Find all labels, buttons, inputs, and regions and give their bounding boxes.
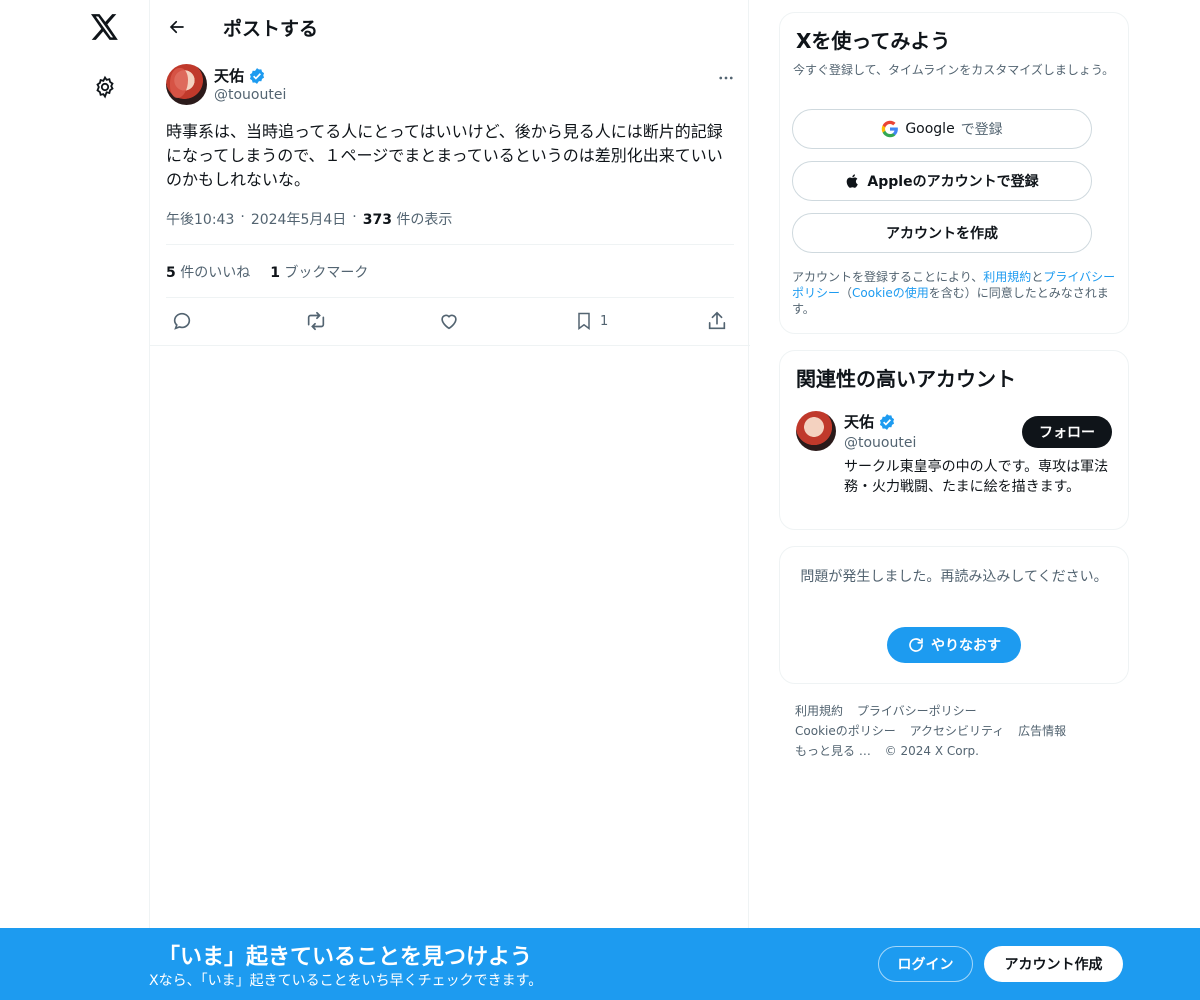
footer-cookie-link[interactable]: Cookieのポリシー <box>795 724 896 738</box>
apple-signup-button[interactable]: Appleのアカウントで登録 <box>792 161 1092 201</box>
related-title: 関連性の高いアカウント <box>796 367 1016 391</box>
legal-and: と <box>1031 270 1044 284</box>
bookmarks-stat[interactable]: 1 ブックマーク <box>270 262 368 282</box>
bookmark-count: 1 <box>600 313 609 329</box>
author-name-row: 天佑 <box>214 65 266 86</box>
verified-badge-icon <box>879 413 895 430</box>
view-count-label: 件の表示 <box>396 212 453 228</box>
post-author: 天佑 @tououtei <box>166 64 736 108</box>
signup-legal-text: アカウントを登録することにより、利用規約とプライバシーポリシー（Cookieの使… <box>792 269 1120 317</box>
post-bottom-border <box>150 345 750 346</box>
bookmarks-count: 1 <box>270 265 280 281</box>
author-handle[interactable]: @tououtei <box>214 87 286 103</box>
repost-icon[interactable] <box>304 308 328 334</box>
error-card: 問題が発生しました。再読み込みしてください。 やりなおす <box>779 546 1129 684</box>
follow-button[interactable]: フォロー <box>1022 416 1112 448</box>
post-stats: 5 件のいいね 1 ブックマーク <box>166 262 368 282</box>
meta-separator: · <box>352 209 357 225</box>
page-header: ポストする <box>150 0 750 55</box>
likes-stat[interactable]: 5 件のいいね <box>166 262 250 282</box>
bookmark-button[interactable]: 1 <box>574 308 608 334</box>
banner-subtitle: Xなら、「いま」起きていることをいち早くチェックできます。 <box>149 973 543 989</box>
gear-icon[interactable] <box>92 74 118 100</box>
google-signup-suffix: で登録 <box>960 122 1003 138</box>
verified-badge-icon <box>249 67 265 84</box>
terms-link[interactable]: 利用規約 <box>983 270 1031 284</box>
main-column: ポストする 天佑 @tououtei 時事系は、当時追ってる人にとってはいいけど… <box>149 0 750 1000</box>
legal-pre: アカウントを登録することにより、 <box>792 270 984 284</box>
bookmarks-label: ブックマーク <box>284 265 369 281</box>
post-date[interactable]: 2024年5月4日 <box>251 209 346 229</box>
likes-count: 5 <box>166 265 176 281</box>
x-logo-icon[interactable] <box>89 11 121 43</box>
error-message: 問題が発生しました。再読み込みしてください。 <box>800 569 1108 585</box>
left-nav <box>0 0 150 1000</box>
login-banner: 「いま」起きていることを見つけよう Xなら、「いま」起きていることをいち早くチェ… <box>0 928 1200 1000</box>
reply-icon[interactable] <box>171 308 193 334</box>
cookie-link[interactable]: Cookieの使用 <box>852 286 929 300</box>
signup-button[interactable]: アカウント作成 <box>984 946 1123 982</box>
footer-links: 利用規約 プライバシーポリシー Cookieのポリシー アクセシビリティ 広告情… <box>795 701 1115 761</box>
arrow-left-icon[interactable] <box>164 14 190 40</box>
create-account-label: アカウントを作成 <box>886 226 998 242</box>
footer-ads-link[interactable]: 広告情報 <box>1018 724 1066 738</box>
post-time[interactable]: 午後10:43 <box>166 209 234 229</box>
post-meta: 午後10:43 · 2024年5月4日 · 373 件の表示 <box>166 209 452 229</box>
signup-card: Xを使ってみよう 今すぐ登録して、タイムラインをカスタマイズしましょう。 Goo… <box>779 12 1129 334</box>
related-bio: サークル東皇亭の中の人です。専攻は軍法務・火力戦闘、たまに絵を描きます。 <box>844 459 1109 495</box>
footer-copyright: © 2024 X Corp. <box>884 744 979 758</box>
divider <box>166 297 734 298</box>
create-account-button[interactable]: アカウントを作成 <box>792 213 1092 253</box>
banner-title: 「いま」起きていることを見つけよう <box>158 945 533 970</box>
related-handle[interactable]: @tououtei <box>844 435 916 451</box>
google-brand-label: Google <box>905 121 955 137</box>
divider <box>166 244 734 245</box>
footer-accessibility-link[interactable]: アクセシビリティ <box>910 724 1005 738</box>
view-count: 373 件の表示 <box>363 209 453 229</box>
signup-title: Xを使ってみよう <box>796 29 951 53</box>
bookmark-icon <box>578 312 590 330</box>
likes-label: 件のいいね <box>180 265 251 281</box>
avatar[interactable] <box>166 64 207 105</box>
footer-privacy-link[interactable]: プライバシーポリシー <box>857 704 977 718</box>
related-name-row: 天佑 <box>844 411 896 432</box>
post-text: 時事系は、当時追ってる人にとってはいいけど、後から見る人には断片的記録になってし… <box>166 122 723 189</box>
legal-open: （ <box>840 286 853 300</box>
apple-icon <box>847 174 859 188</box>
author-name[interactable]: 天佑 <box>214 65 244 86</box>
google-icon <box>882 120 899 138</box>
footer-more-link[interactable]: もっと見る … <box>795 744 871 758</box>
related-name[interactable]: 天佑 <box>844 411 874 432</box>
refresh-icon <box>909 638 923 652</box>
retry-button[interactable]: やりなおす <box>887 627 1021 663</box>
retry-label: やりなおす <box>931 638 1001 654</box>
avatar[interactable] <box>796 411 836 451</box>
share-icon[interactable] <box>706 308 728 334</box>
view-count-number: 373 <box>362 212 392 228</box>
like-icon[interactable] <box>438 308 460 334</box>
signup-subtitle: 今すぐ登録して、タイムラインをカスタマイズしましょう。 <box>793 63 1115 77</box>
google-signup-button[interactable]: Google で登録 <box>792 109 1092 149</box>
related-accounts-card: 関連性の高いアカウント 天佑 @tououtei フォロー サークル東皇亭の中の… <box>779 350 1129 530</box>
post-actions: 1 <box>166 308 734 334</box>
meta-separator: · <box>240 209 245 225</box>
login-button[interactable]: ログイン <box>878 946 973 982</box>
footer-terms-link[interactable]: 利用規約 <box>795 704 843 718</box>
page-title: ポストする <box>223 18 319 40</box>
more-options-icon[interactable] <box>716 68 736 88</box>
apple-signup-label: Appleのアカウントで登録 <box>867 174 1039 190</box>
